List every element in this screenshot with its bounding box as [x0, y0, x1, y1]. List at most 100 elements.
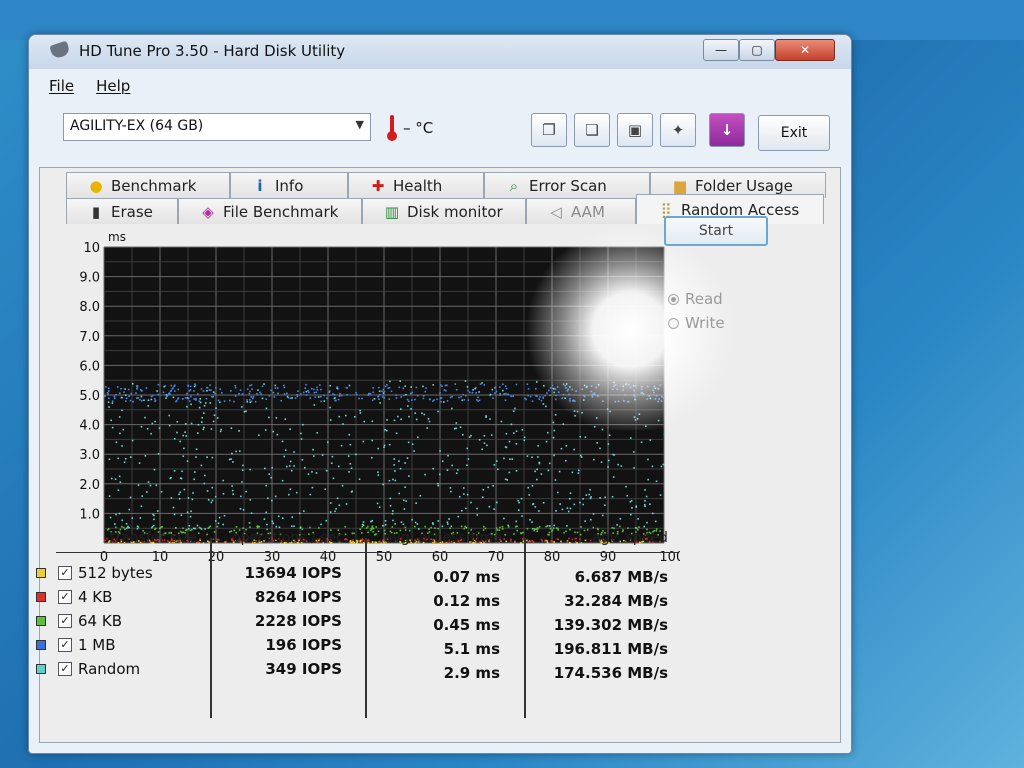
maximize-button[interactable]: ▢ — [739, 39, 775, 61]
data-point — [534, 506, 537, 508]
data-point — [422, 397, 425, 400]
data-point — [348, 433, 351, 436]
series-checkbox[interactable]: ✓ — [58, 638, 72, 652]
ops-cell: 196 IOPS — [265, 636, 342, 654]
data-point — [305, 383, 307, 386]
series-checkbox[interactable]: ✓ — [58, 614, 72, 628]
copy-text-button[interactable]: ❐ — [531, 113, 567, 147]
data-point — [220, 428, 222, 431]
data-point — [410, 392, 412, 395]
data-point — [549, 387, 552, 389]
data-point — [330, 502, 332, 504]
data-point — [197, 423, 200, 426]
chevron-down-icon[interactable]: ▼ — [356, 118, 364, 131]
write-radio[interactable] — [668, 317, 679, 329]
data-point — [234, 395, 237, 397]
read-radio[interactable] — [668, 293, 679, 305]
minimize-button[interactable]: — — [703, 39, 739, 61]
write-radio-option[interactable]: Write — [668, 314, 725, 332]
data-point — [499, 394, 501, 396]
data-point — [119, 481, 122, 483]
data-point — [566, 507, 569, 509]
data-point — [562, 383, 565, 385]
data-point — [399, 467, 402, 470]
series-checkbox[interactable]: ✓ — [58, 662, 72, 676]
data-point — [152, 513, 154, 516]
data-point — [383, 446, 385, 448]
data-point — [241, 469, 244, 471]
transfer-size-cell: 4 KB — [78, 588, 113, 606]
close-button[interactable]: ✕ — [775, 39, 835, 61]
data-point — [325, 469, 328, 472]
data-point — [131, 517, 133, 519]
data-point — [404, 385, 406, 387]
data-point — [265, 398, 268, 400]
data-point — [515, 470, 518, 472]
data-point — [393, 458, 396, 460]
data-point — [113, 395, 116, 398]
data-point — [478, 399, 481, 402]
exit-button[interactable]: Exit — [758, 115, 830, 151]
data-point — [531, 503, 534, 506]
read-radio-option[interactable]: Read — [668, 290, 723, 308]
tab-health[interactable]: ✚ Health — [348, 172, 484, 198]
data-point — [211, 499, 214, 502]
data-point — [627, 383, 630, 386]
data-point — [206, 390, 208, 392]
tab-error-scan[interactable]: ⌕ Error Scan — [484, 172, 650, 198]
data-point — [449, 396, 452, 399]
magnifier-icon: ⌕ — [509, 176, 519, 195]
options-button[interactable]: ✦ — [660, 113, 696, 147]
data-point — [392, 510, 394, 512]
menu-help[interactable]: Help — [96, 77, 130, 99]
data-point — [218, 516, 221, 519]
data-point — [130, 392, 133, 395]
access-time-chart: 109.08.07.06.05.04.03.02.01.0 0 10 20 30 40 5… — [79, 230, 680, 562]
data-point — [249, 468, 251, 471]
data-point — [463, 493, 465, 495]
data-point — [449, 527, 451, 530]
data-point — [153, 468, 156, 471]
data-point — [478, 391, 480, 393]
data-point — [540, 399, 543, 402]
data-point — [256, 526, 259, 529]
tab-info[interactable]: i Info — [230, 172, 348, 198]
data-point — [115, 513, 117, 516]
data-point — [248, 392, 251, 395]
menu-bar: File Help — [49, 77, 130, 99]
data-point — [542, 403, 545, 405]
data-point — [646, 385, 649, 388]
data-point — [503, 457, 505, 460]
data-point — [217, 399, 220, 402]
data-point — [276, 387, 279, 389]
data-point — [372, 391, 375, 394]
data-point — [635, 385, 637, 387]
data-point — [651, 465, 654, 468]
series-checkbox[interactable]: ✓ — [58, 590, 72, 604]
series-checkbox[interactable]: ✓ — [58, 566, 72, 580]
data-point — [266, 523, 268, 526]
copy-info-button[interactable]: ❏ — [574, 113, 610, 147]
menu-file[interactable]: File — [49, 77, 74, 99]
drive-select[interactable]: AGILITY-EX (64 GB) ▼ — [63, 113, 371, 141]
data-point — [286, 392, 288, 395]
download-button[interactable]: ↓ — [709, 113, 745, 147]
save-button[interactable]: ▣ — [617, 113, 653, 147]
tab-benchmark[interactable]: ● Benchmark — [66, 172, 230, 198]
column-divider — [365, 538, 367, 718]
data-point — [384, 385, 387, 388]
write-label: Write — [685, 314, 725, 332]
data-point — [150, 398, 153, 401]
data-point — [334, 399, 337, 402]
start-button[interactable]: Start — [664, 216, 768, 246]
data-point — [124, 457, 127, 460]
data-point — [199, 401, 202, 404]
data-point — [455, 388, 458, 391]
data-point — [542, 396, 544, 399]
data-point — [654, 387, 657, 390]
data-point — [614, 384, 617, 386]
data-point — [440, 397, 443, 399]
data-point — [631, 507, 633, 509]
data-point — [389, 380, 391, 383]
title-bar[interactable]: HD Tune Pro 3.50 - Hard Disk Utility — ▢… — [29, 35, 851, 69]
